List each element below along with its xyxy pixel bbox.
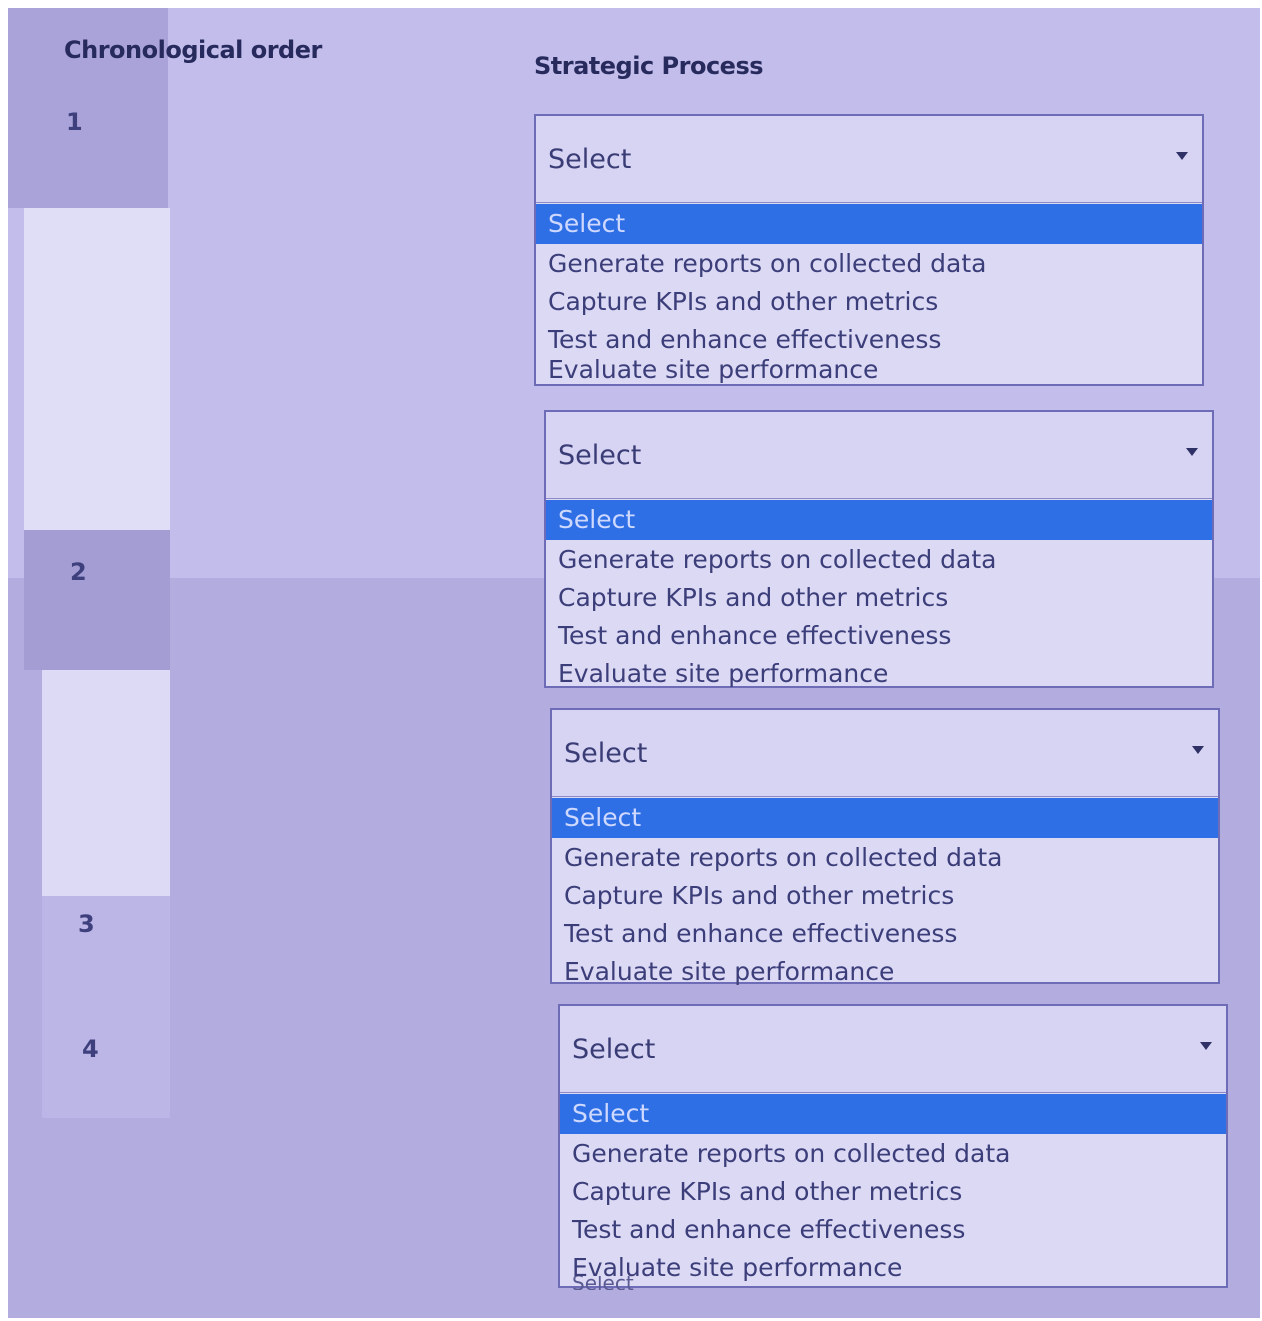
dropdown-1-value: Select xyxy=(548,144,632,175)
dropdown-4-value: Select xyxy=(572,1034,656,1065)
dropdown-4-option-test-enhance[interactable]: Test and enhance effectiveness xyxy=(560,1210,1226,1250)
dropdown-3-option-evaluate-site[interactable]: Evaluate site performance xyxy=(552,952,1218,992)
dropdown-3-select-box[interactable]: Select xyxy=(552,710,1218,797)
dropdown-4-option-capture-kpis[interactable]: Capture KPIs and other metrics xyxy=(560,1172,1226,1212)
dropdown-3-value: Select xyxy=(564,738,648,769)
chevron-down-icon[interactable] xyxy=(1176,152,1188,160)
row-number-1: 1 xyxy=(66,108,83,136)
dropdown-4-options: Select Generate reports on collected dat… xyxy=(560,1092,1226,1290)
dropdown-1-select-box[interactable]: Select xyxy=(536,116,1202,203)
strategic-process-header: Strategic Process xyxy=(534,52,764,80)
strategic-process-dropdown-3: Select Select Generate reports on collec… xyxy=(550,708,1220,986)
dropdown-2-value: Select xyxy=(558,440,642,471)
dropdown-3-option-capture-kpis[interactable]: Capture KPIs and other metrics xyxy=(552,876,1218,916)
dropdown-1-option-evaluate-site[interactable]: Evaluate site performance xyxy=(536,350,1202,390)
dropdown-4-option-select-partial[interactable]: Select xyxy=(572,1276,634,1290)
dropdown-2-options: Select Generate reports on collected dat… xyxy=(546,498,1212,688)
chevron-down-icon[interactable] xyxy=(1200,1042,1212,1050)
dropdown-3-option-generate-reports[interactable]: Generate reports on collected data xyxy=(552,838,1218,878)
dropdown-2-option-test-enhance[interactable]: Test and enhance effectiveness xyxy=(546,616,1212,656)
dropdown-2-select-box[interactable]: Select xyxy=(546,412,1212,499)
screen: Chronological order Strategic Process 1 … xyxy=(8,8,1260,1318)
dropdown-2-option-evaluate-site[interactable]: Evaluate site performance xyxy=(546,654,1212,694)
strategic-process-dropdown-1: Select Select Generate reports on collec… xyxy=(534,114,1204,386)
order-cell-3-4 xyxy=(42,896,170,1118)
dropdown-3-option-select[interactable]: Select xyxy=(552,798,1218,838)
dropdown-1-option-generate-reports[interactable]: Generate reports on collected data xyxy=(536,244,1202,284)
dropdown-4-select-box[interactable]: Select xyxy=(560,1006,1226,1093)
order-cell-blank-2 xyxy=(42,670,170,896)
order-cell-2 xyxy=(24,530,170,670)
chevron-down-icon[interactable] xyxy=(1192,746,1204,754)
strategic-process-dropdown-4: Select Select Generate reports on collec… xyxy=(558,1004,1228,1290)
row-number-3: 3 xyxy=(78,910,95,938)
dropdown-3-option-test-enhance[interactable]: Test and enhance effectiveness xyxy=(552,914,1218,954)
order-cell-blank-1 xyxy=(24,208,170,530)
dropdown-4-option-generate-reports[interactable]: Generate reports on collected data xyxy=(560,1134,1226,1174)
row-number-4: 4 xyxy=(82,1035,99,1063)
strategic-process-dropdown-2: Select Select Generate reports on collec… xyxy=(544,410,1214,688)
chronological-order-header: Chronological order xyxy=(64,36,322,64)
dropdown-2-option-generate-reports[interactable]: Generate reports on collected data xyxy=(546,540,1212,580)
dropdown-4-option-select[interactable]: Select xyxy=(560,1094,1226,1134)
row-number-2: 2 xyxy=(70,558,87,586)
dropdown-1-option-select[interactable]: Select xyxy=(536,204,1202,244)
chevron-down-icon[interactable] xyxy=(1186,448,1198,456)
dropdown-2-option-select[interactable]: Select xyxy=(546,500,1212,540)
dropdown-1-options: Select Generate reports on collected dat… xyxy=(536,202,1202,384)
dropdown-1-option-capture-kpis[interactable]: Capture KPIs and other metrics xyxy=(536,282,1202,322)
dropdown-3-options: Select Generate reports on collected dat… xyxy=(552,796,1218,986)
dropdown-2-option-capture-kpis[interactable]: Capture KPIs and other metrics xyxy=(546,578,1212,618)
dropdown-4-option-evaluate-site[interactable]: Evaluate site performance xyxy=(560,1248,1226,1288)
